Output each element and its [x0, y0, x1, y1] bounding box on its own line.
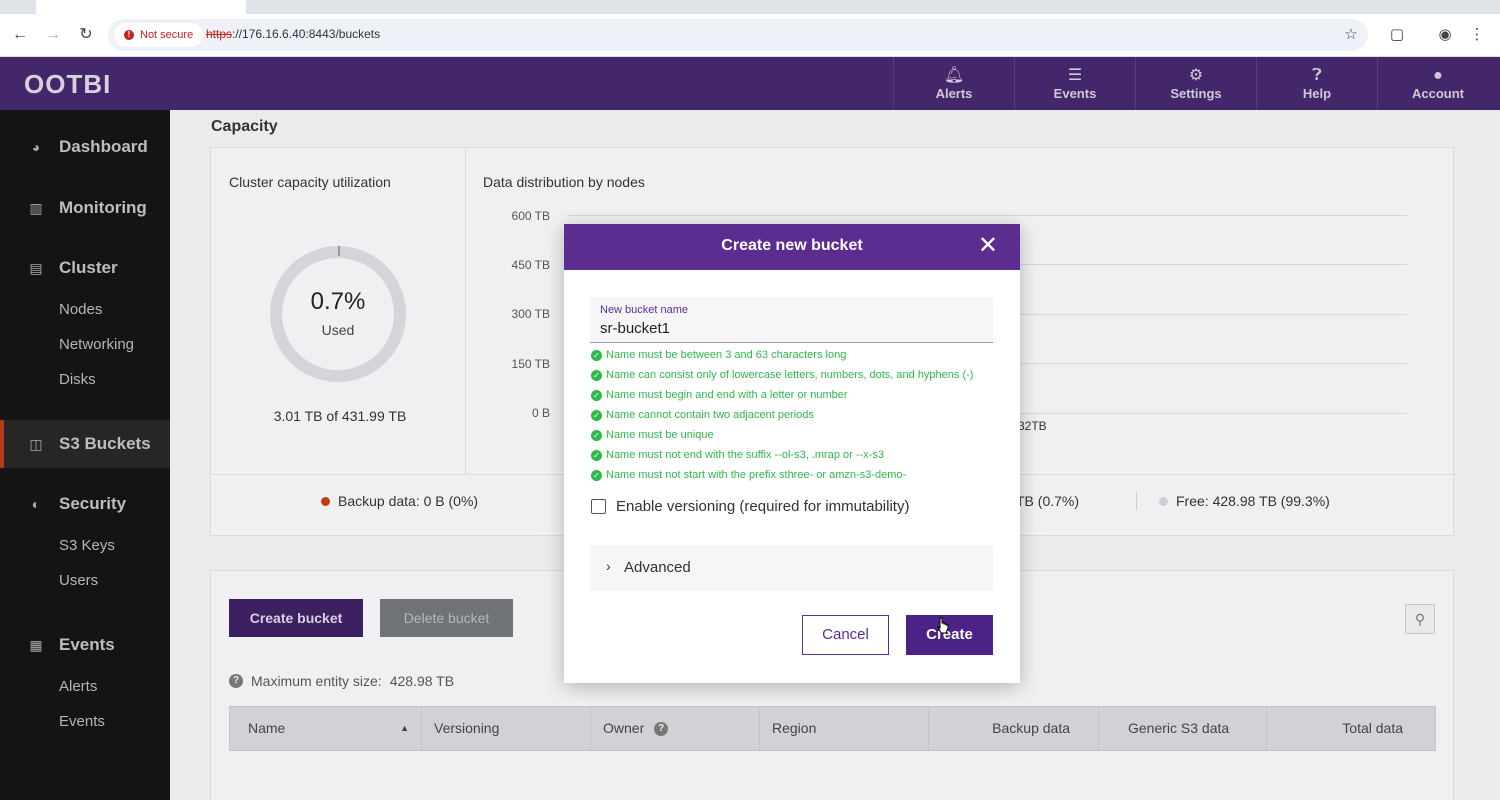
back-icon[interactable]: ← [9, 24, 31, 46]
header-account[interactable]: ● Account [1377, 57, 1498, 110]
create-button[interactable]: Create [906, 615, 993, 655]
url-text: https://176.16.6.40:8443/buckets [206, 27, 381, 41]
security-chip[interactable]: ! Not secure [114, 23, 204, 47]
bell-icon: 🔔︎ [943, 67, 965, 84]
address-bar[interactable]: ! Not secure https://176.16.6.40:8443/bu… [108, 19, 1368, 51]
browser-tabstrip [0, 0, 1500, 14]
check-icon: ✓ [591, 429, 602, 441]
menu-kebab-icon[interactable]: ⋮ [1466, 24, 1488, 46]
forward-icon[interactable]: → [42, 24, 64, 46]
check-icon: ✓ [591, 469, 602, 481]
check-icon: ✓ [591, 389, 602, 401]
check-icon: ✓ [591, 449, 602, 461]
advanced-expander[interactable]: › Advanced [590, 545, 993, 591]
versioning-option[interactable]: Enable versioning (required for immutabi… [591, 498, 909, 515]
header-events[interactable]: ☰ Events [1014, 57, 1135, 110]
header-help[interactable]: ❓︎ Help [1256, 57, 1377, 110]
app-header: OOTBI 🔔︎ Alerts ☰ Events ⚙ Settings ❓︎ H… [0, 57, 1500, 110]
browser-toolbar: ← → ↻ ! Not secure https://176.16.6.40:8… [0, 14, 1500, 57]
extensions-icon[interactable]: ▢ [1386, 24, 1408, 46]
check-icon: ✓ [591, 409, 602, 421]
advanced-label: Advanced [624, 559, 691, 576]
close-icon[interactable]: ✕ [978, 233, 998, 259]
bucket-name-label: New bucket name [600, 304, 689, 316]
dialog-title: Create new bucket [721, 237, 863, 254]
profile-icon[interactable]: ◉ [1434, 24, 1456, 46]
help-icon: ❓︎ [1312, 67, 1322, 84]
validation-rule: ✓ Name must not start with the prefix sth… [591, 469, 906, 481]
validation-rule: ✓ Name can consist only of lowercase lett… [591, 369, 973, 381]
not-secure-label: Not secure [140, 29, 194, 41]
header-settings[interactable]: ⚙ Settings [1135, 57, 1256, 110]
browser-tab[interactable] [36, 0, 246, 14]
chevron-right-icon: › [606, 558, 611, 574]
validation-rule: ✓ Name must be between 3 and 63 character… [591, 349, 846, 361]
check-icon: ✓ [591, 349, 602, 361]
validation-rule: ✓ Name must begin and end with a letter o… [591, 389, 848, 401]
user-icon: ● [1433, 67, 1443, 84]
bucket-name-field[interactable]: New bucket name [590, 297, 993, 343]
validation-rule: ✓ Name must not end with the suffix --ol-… [591, 449, 884, 461]
validation-rule: ✓ Name cannot contain two adjacent period… [591, 409, 814, 421]
create-bucket-dialog: Create new bucket ✕ New bucket name ✓Nam… [564, 224, 1020, 683]
bucket-name-input[interactable] [600, 320, 980, 337]
dialog-header: Create new bucket ✕ [564, 224, 1020, 270]
validation-rule: ✓ Name must be unique [591, 429, 714, 441]
versioning-label: Enable versioning (required for immutabi… [616, 498, 910, 515]
gear-icon: ⚙ [1188, 67, 1204, 84]
check-icon: ✓ [591, 369, 602, 381]
versioning-checkbox[interactable] [591, 499, 606, 514]
header-alerts[interactable]: 🔔︎ Alerts [893, 57, 1014, 110]
cancel-button[interactable]: Cancel [802, 615, 889, 655]
warning-icon: ! [124, 30, 134, 40]
reload-icon[interactable]: ↻ [75, 24, 97, 46]
app-logo[interactable]: OOTBI [24, 69, 111, 100]
bookmark-star-icon[interactable]: ☆ [1340, 24, 1362, 46]
mouse-cursor [937, 617, 949, 634]
list-icon: ☰ [1067, 67, 1083, 84]
